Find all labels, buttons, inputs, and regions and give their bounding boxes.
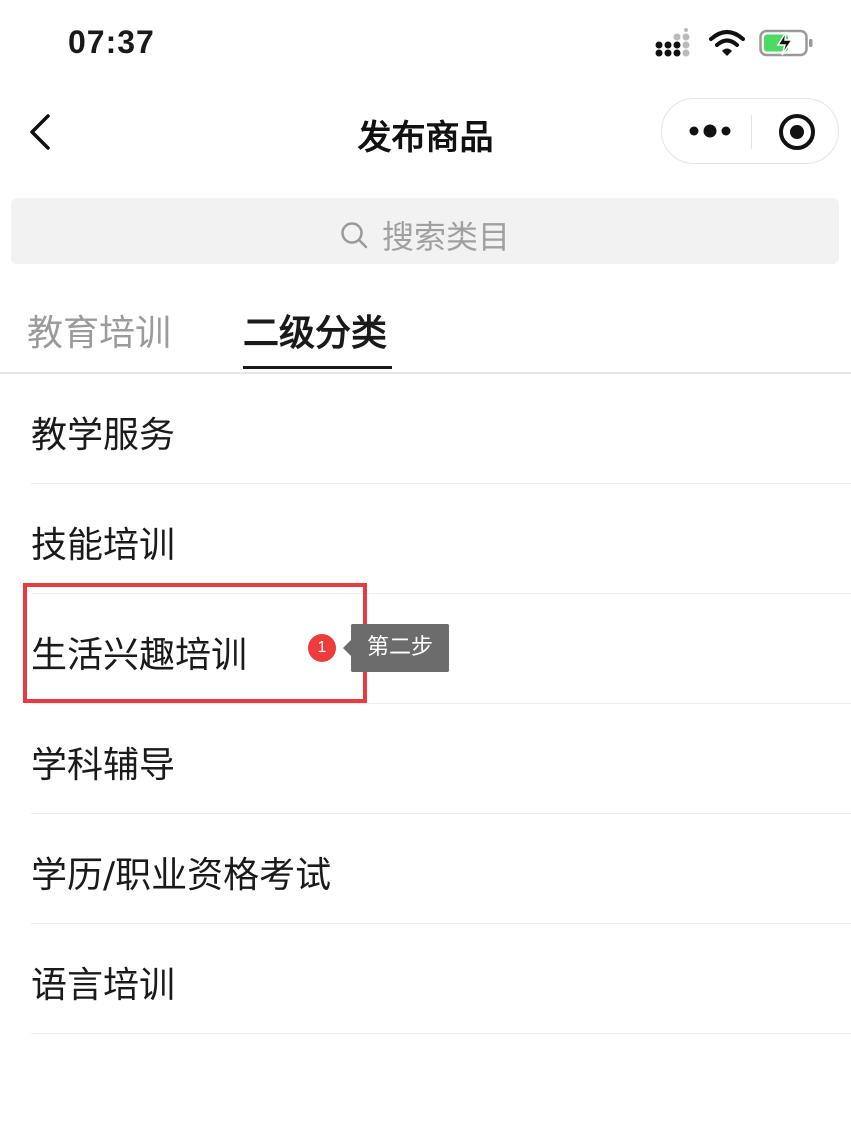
status-icons bbox=[655, 28, 815, 58]
list-item[interactable]: 语言培训 bbox=[0, 924, 851, 1034]
list-item[interactable]: 教学服务 bbox=[0, 374, 851, 484]
list-item[interactable]: 学科辅导 bbox=[0, 704, 851, 814]
more-dots-icon[interactable] bbox=[688, 119, 732, 143]
search-icon bbox=[341, 222, 368, 249]
search-bar[interactable]: 搜索类目 bbox=[11, 198, 839, 264]
signal-icon bbox=[655, 28, 690, 57]
tooltip-arrow bbox=[343, 640, 351, 656]
status-time: 07:37 bbox=[68, 24, 155, 60]
record-target-icon[interactable] bbox=[778, 113, 816, 151]
category-tabs: 教育培训 二级分类 bbox=[0, 290, 851, 374]
battery-charging-icon bbox=[759, 29, 813, 57]
list-item-label: 学历/职业资格考试 bbox=[31, 855, 332, 896]
list-item[interactable]: 学历/职业资格考试 bbox=[0, 814, 851, 924]
tab-education-training[interactable]: 教育培训 bbox=[27, 304, 171, 356]
list-item-label: 教学服务 bbox=[31, 415, 176, 456]
step-tooltip: 第二步 bbox=[351, 624, 449, 672]
list-item-label: 技能培训 bbox=[31, 525, 176, 566]
status-bar: 07:37 bbox=[0, 0, 851, 90]
category-list: 教学服务 技能培训 生活兴趣培训 学科辅导 学历/职业资格考试 语言培训 bbox=[0, 374, 851, 1034]
capsule-divider bbox=[751, 115, 752, 149]
step-number-badge: 1 bbox=[308, 634, 336, 662]
tab-second-level[interactable]: 二级分类 bbox=[243, 304, 387, 356]
search-placeholder: 搜索类目 bbox=[381, 218, 510, 256]
wifi-icon bbox=[709, 30, 745, 56]
divider bbox=[31, 1033, 851, 1034]
active-tab-indicator bbox=[243, 366, 392, 369]
list-item-label: 学科辅导 bbox=[31, 745, 176, 786]
list-item[interactable]: 技能培训 bbox=[0, 484, 851, 594]
nav-bar: 发布商品 bbox=[0, 90, 851, 176]
mini-program-capsule bbox=[661, 98, 839, 164]
list-item-label: 语言培训 bbox=[31, 965, 176, 1006]
